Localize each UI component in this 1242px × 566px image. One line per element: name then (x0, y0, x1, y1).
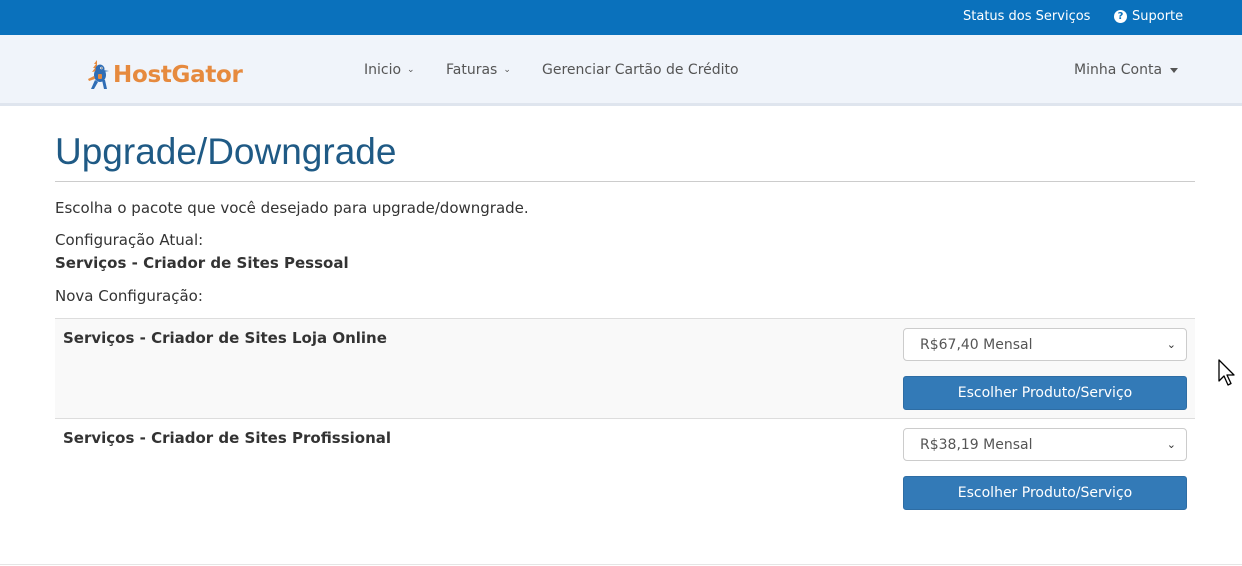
nav-faturas[interactable]: Faturas ⌄ (446, 62, 511, 78)
nav-gerenciar-cartao[interactable]: Gerenciar Cartão de Crédito (542, 62, 739, 78)
intro-text: Escolha o pacote que você desejado para … (55, 199, 529, 217)
top-utility-bar: Status dos Serviços ? Suporte (0, 0, 1242, 35)
nav-faturas-label: Faturas (446, 62, 498, 78)
logo-wordmark: HostGator (113, 62, 243, 88)
footer-divider (0, 564, 1242, 565)
chevron-down-icon: ⌄ (1166, 438, 1176, 451)
current-config-value: Serviços - Criador de Sites Pessoal (55, 254, 349, 272)
billing-cycle-select[interactable]: R$67,40 Mensal ⌄ (903, 328, 1187, 361)
title-divider (55, 181, 1195, 182)
caret-down-icon (1170, 67, 1179, 73)
billing-cycle-value: R$38,19 Mensal (920, 436, 1033, 453)
nav-conta-label: Minha Conta (1074, 62, 1163, 78)
product-name: Serviços - Criador de Sites Loja Online (63, 329, 387, 347)
nav-minha-conta[interactable]: Minha Conta (1074, 62, 1179, 78)
billing-cycle-value: R$67,40 Mensal (920, 336, 1033, 353)
product-row: Serviços - Criador de Sites Profissional… (55, 418, 1195, 518)
product-name: Serviços - Criador de Sites Profissional (63, 429, 392, 447)
choose-product-button[interactable]: Escolher Produto/Serviço (903, 476, 1187, 510)
nav-inicio-label: Inicio (364, 62, 402, 78)
hostgator-logo[interactable]: HostGator (85, 58, 243, 92)
support-label: Suporte (1132, 9, 1184, 24)
main-navbar: HostGator Inicio ⌄ Faturas ⌄ Gerenciar C… (0, 35, 1242, 106)
billing-cycle-select[interactable]: R$38,19 Mensal ⌄ (903, 428, 1187, 461)
gator-mascot-icon (88, 60, 109, 89)
new-config-label: Nova Configuração: (55, 287, 203, 305)
product-row: Serviços - Criador de Sites Loja Online … (55, 318, 1195, 418)
current-config-label: Configuração Atual: (55, 231, 204, 249)
chevron-down-icon: ⌄ (503, 65, 511, 75)
chevron-down-icon: ⌄ (1166, 338, 1176, 351)
nav-cartao-label: Gerenciar Cartão de Crédito (542, 62, 739, 78)
status-dos-servicos-link[interactable]: Status dos Serviços (963, 9, 1090, 24)
mouse-pointer-icon (1218, 359, 1235, 386)
nav-inicio[interactable]: Inicio ⌄ (364, 62, 415, 78)
support-link[interactable]: ? Suporte (1114, 9, 1183, 24)
chevron-down-icon: ⌄ (407, 65, 415, 75)
page-title: Upgrade/Downgrade (55, 131, 397, 172)
choose-product-button[interactable]: Escolher Produto/Serviço (903, 376, 1187, 410)
question-circle-icon: ? (1114, 10, 1127, 23)
